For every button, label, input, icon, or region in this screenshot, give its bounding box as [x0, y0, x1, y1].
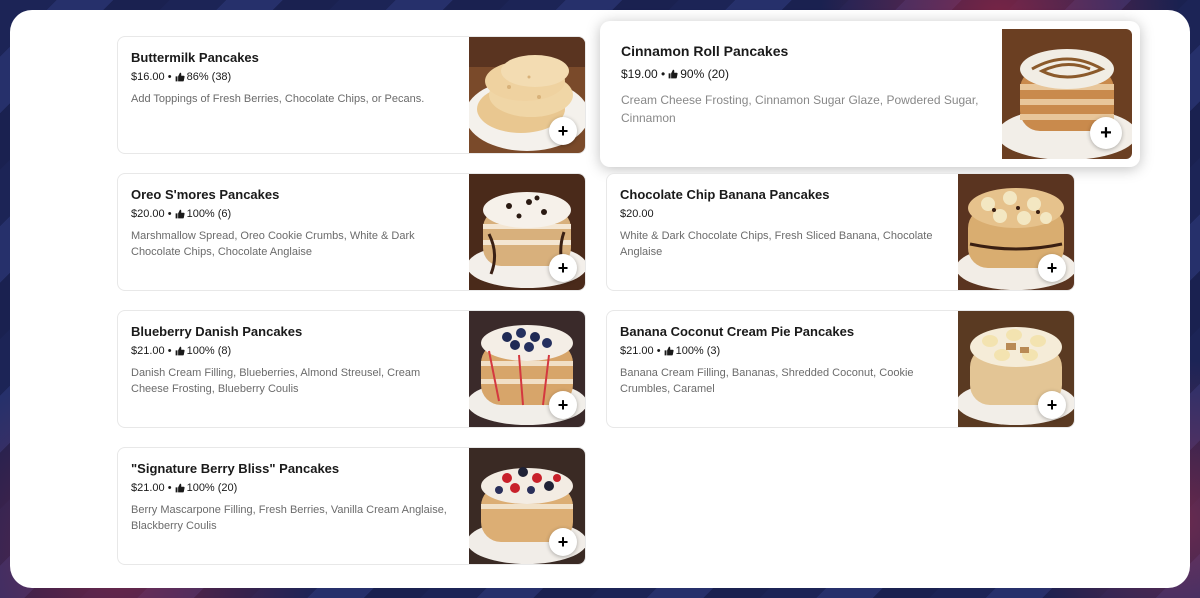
item-rating: 86% (38): [186, 71, 232, 83]
item-title: Blueberry Danish Pancakes: [131, 324, 303, 339]
add-to-cart-button[interactable]: +: [1038, 391, 1066, 419]
menu-item-blueberry-danish-pancakes[interactable]: Blueberry Danish Pancakes $21.00 • 100% …: [117, 310, 586, 428]
item-meta: $16.00 • 86% (38): [131, 71, 457, 83]
add-to-cart-button[interactable]: +: [549, 391, 577, 419]
item-info: Cinnamon Roll Pancakes $19.00 • 90% (20)…: [621, 43, 992, 127]
item-meta: $19.00 • 90% (20): [621, 67, 992, 81]
item-price: $20.00: [620, 208, 654, 220]
item-meta: $21.00 • 100% (3): [620, 345, 946, 357]
menu-item-signature-berry-bliss-pancakes[interactable]: "Signature Berry Bliss" Pancakes $21.00 …: [117, 447, 586, 565]
item-rating: 100% (6): [186, 208, 232, 220]
item-rating: 100% (3): [675, 345, 721, 357]
item-price: $21.00: [131, 345, 165, 357]
thumbs-up-icon: [664, 346, 674, 356]
item-title: Banana Coconut Cream Pie Pancakes: [620, 324, 855, 339]
item-info: Blueberry Danish Pancakes $21.00 • 100% …: [131, 324, 457, 397]
item-info: Banana Coconut Cream Pie Pancakes $21.00…: [620, 324, 946, 397]
item-description: Banana Cream Filling, Bananas, Shredded …: [620, 367, 914, 395]
menu-item-oreo-smores-pancakes[interactable]: Oreo S'mores Pancakes $20.00 • 100% (6) …: [117, 173, 586, 291]
item-info: "Signature Berry Bliss" Pancakes $21.00 …: [131, 461, 457, 534]
item-title: Cinnamon Roll Pancakes: [621, 43, 789, 59]
add-to-cart-button[interactable]: +: [1090, 117, 1122, 149]
item-rating: 90% (20): [680, 67, 729, 81]
separator-dot: •: [657, 67, 666, 81]
item-price: $21.00: [620, 345, 654, 357]
item-description: White & Dark Chocolate Chips, Fresh Slic…: [620, 230, 933, 258]
thumbs-up-icon: [175, 483, 185, 493]
separator-dot: •: [164, 345, 172, 357]
item-description: Add Toppings of Fresh Berries, Chocolate…: [131, 93, 425, 105]
menu-item-cinnamon-roll-pancakes[interactable]: Cinnamon Roll Pancakes $19.00 • 90% (20)…: [600, 21, 1140, 167]
item-description: Marshmallow Spread, Oreo Cookie Crumbs, …: [131, 230, 415, 258]
menu-item-buttermilk-pancakes[interactable]: Buttermilk Pancakes $16.00 • 86% (38) Ad…: [117, 36, 586, 154]
separator-dot: •: [164, 208, 172, 220]
item-price: $20.00: [131, 208, 165, 220]
item-info: Oreo S'mores Pancakes $20.00 • 100% (6) …: [131, 187, 457, 260]
thumbs-up-icon: [668, 69, 678, 79]
thumbs-up-icon: [175, 72, 185, 82]
item-price: $19.00: [621, 67, 658, 81]
item-description: Berry Mascarpone Filling, Fresh Berries,…: [131, 504, 447, 532]
item-rating: 100% (8): [186, 345, 232, 357]
item-title: "Signature Berry Bliss" Pancakes: [131, 461, 340, 476]
menu-item-banana-coconut-cream-pie-pancakes[interactable]: Banana Coconut Cream Pie Pancakes $21.00…: [606, 310, 1075, 428]
item-description: Cream Cheese Frosting, Cinnamon Sugar Gl…: [621, 93, 979, 125]
item-info: Chocolate Chip Banana Pancakes $20.00 Wh…: [620, 187, 946, 260]
item-meta: $20.00: [620, 208, 946, 220]
separator-dot: •: [164, 482, 172, 494]
item-title: Oreo S'mores Pancakes: [131, 187, 280, 202]
item-description: Danish Cream Filling, Blueberries, Almon…: [131, 367, 421, 395]
add-to-cart-button[interactable]: +: [549, 528, 577, 556]
item-price: $21.00: [131, 482, 165, 494]
menu-panel: Buttermilk Pancakes $16.00 • 86% (38) Ad…: [10, 10, 1190, 588]
thumbs-up-icon: [175, 209, 185, 219]
item-meta: $20.00 • 100% (6): [131, 208, 457, 220]
add-to-cart-button[interactable]: +: [549, 254, 577, 282]
separator-dot: •: [653, 345, 661, 357]
add-to-cart-button[interactable]: +: [549, 117, 577, 145]
item-title: Chocolate Chip Banana Pancakes: [620, 187, 830, 202]
thumbs-up-icon: [175, 346, 185, 356]
menu-item-chocolate-chip-banana-pancakes[interactable]: Chocolate Chip Banana Pancakes $20.00 Wh…: [606, 173, 1075, 291]
item-meta: $21.00 • 100% (8): [131, 345, 457, 357]
item-title: Buttermilk Pancakes: [131, 50, 259, 65]
item-rating: 100% (20): [186, 482, 238, 494]
item-info: Buttermilk Pancakes $16.00 • 86% (38) Ad…: [131, 50, 457, 107]
separator-dot: •: [164, 71, 172, 83]
item-meta: $21.00 • 100% (20): [131, 482, 457, 494]
add-to-cart-button[interactable]: +: [1038, 254, 1066, 282]
featured-card-inner: Cinnamon Roll Pancakes $19.00 • 90% (20)…: [607, 29, 1132, 159]
item-price: $16.00: [131, 71, 165, 83]
